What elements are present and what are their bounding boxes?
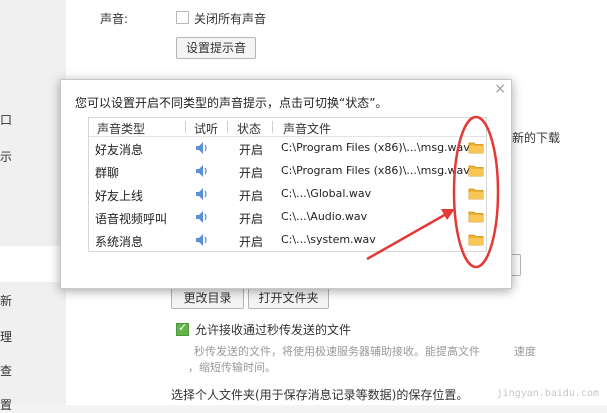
sound-type: 语音视频呼叫	[95, 212, 168, 226]
col-header-separator	[272, 121, 273, 133]
col-header-file: 声音文件	[283, 122, 332, 136]
left-nav-char[interactable]: 理	[0, 328, 12, 345]
col-header-status: 状态	[237, 122, 262, 136]
sound-table: 声音类型 试听 状态 声音文件 好友消息 开启 C:\Program Files…	[88, 117, 487, 252]
sound-settings-dialog: × 您可以设置开启不同类型的声音提示，点击可切换“状态”。 声音类型 试听 状态…	[60, 79, 512, 289]
folder-icon[interactable]	[468, 210, 484, 223]
sound-file-path: C:\Program Files (x86)\...\msg.wav	[281, 164, 470, 177]
table-row[interactable]: 好友上线 开启 C:\...\Global.wav	[89, 183, 486, 206]
status-toggle[interactable]: 开启	[239, 187, 263, 204]
sound-type: 好友消息	[95, 143, 144, 157]
mute-all-label: 关闭所有声音	[194, 12, 267, 26]
speaker-icon[interactable]	[194, 141, 208, 155]
sound-type: 系统消息	[95, 235, 144, 249]
col-separator	[227, 121, 228, 133]
allow-receive-checkbox[interactable]	[176, 321, 189, 336]
status-toggle[interactable]: 开启	[239, 233, 263, 250]
left-nav-char[interactable]: 新	[0, 292, 12, 309]
col-header-type: 声音类型	[97, 122, 146, 136]
open-folder-button[interactable]: 打开文件夹	[248, 287, 329, 309]
col-separator	[185, 121, 186, 133]
hint-text-line1: 秒传发送的文件，将使用极速服务器辅助接收。能提高文件	[194, 345, 480, 358]
folder-icon[interactable]	[468, 233, 484, 246]
personal-folder-text: 选择个人文件夹(用于保存消息记录等数据)的保存位置。	[171, 388, 469, 402]
speaker-icon[interactable]	[194, 210, 208, 224]
hint-text-line2: ，缩短传输时间。	[188, 361, 276, 374]
table-row[interactable]: 好友消息 开启 C:\Program Files (x86)\...\msg.w…	[89, 137, 486, 160]
speaker-icon[interactable]	[194, 164, 208, 178]
speaker-icon[interactable]	[194, 187, 208, 201]
left-nav-char[interactable]: 示	[0, 148, 12, 165]
sound-file-path: C:\...\Audio.wav	[281, 210, 368, 223]
left-nav-char[interactable]: 口	[0, 111, 12, 128]
sound-type: 好友上线	[95, 189, 144, 203]
table-row[interactable]: 语音视频呼叫 开启 C:\...\Audio.wav	[89, 206, 486, 229]
hint-text-line1-end: 速度	[514, 345, 536, 358]
sound-file-path: C:\...\Global.wav	[281, 187, 372, 200]
col-header-listen: 试听	[194, 122, 219, 136]
table-row[interactable]: 群聊 开启 C:\Program Files (x86)\...\msg.wav	[89, 160, 486, 183]
download-partial-text: 新的下载	[512, 131, 561, 145]
set-sound-button[interactable]: 设置提示音	[176, 37, 256, 59]
close-icon[interactable]: ×	[494, 81, 506, 97]
sound-label: 声音:	[100, 12, 129, 26]
mute-all-checkbox[interactable]	[176, 11, 189, 24]
status-toggle[interactable]: 开启	[239, 164, 263, 181]
sound-file-path: C:\...\system.wav	[281, 233, 376, 246]
folder-icon[interactable]	[468, 187, 484, 200]
table-header: 声音类型 试听 状态 声音文件	[89, 118, 486, 137]
sound-file-path: C:\Program Files (x86)\...\msg.wav	[281, 141, 470, 154]
left-nav-char[interactable]: 查	[0, 362, 12, 379]
sound-type: 群聊	[95, 166, 120, 180]
left-nav-selected-item[interactable]	[0, 246, 66, 282]
table-row[interactable]: 系统消息 开启 C:\...\system.wav	[89, 229, 486, 252]
folder-icon[interactable]	[468, 164, 484, 177]
status-toggle[interactable]: 开启	[239, 210, 263, 227]
status-toggle[interactable]: 开启	[239, 141, 263, 158]
left-nav: 口 示 新 理 查 置	[0, 0, 66, 412]
speaker-icon[interactable]	[194, 233, 208, 247]
folder-icon[interactable]	[468, 141, 484, 154]
watermark: jingyan.baidu.com	[496, 388, 599, 399]
change-dir-button[interactable]: 更改目录	[171, 287, 244, 309]
allow-receive-label: 允许接收通过秒传发送的文件	[195, 323, 352, 337]
dialog-message: 您可以设置开启不同类型的声音提示，点击可切换“状态”。	[75, 96, 388, 110]
